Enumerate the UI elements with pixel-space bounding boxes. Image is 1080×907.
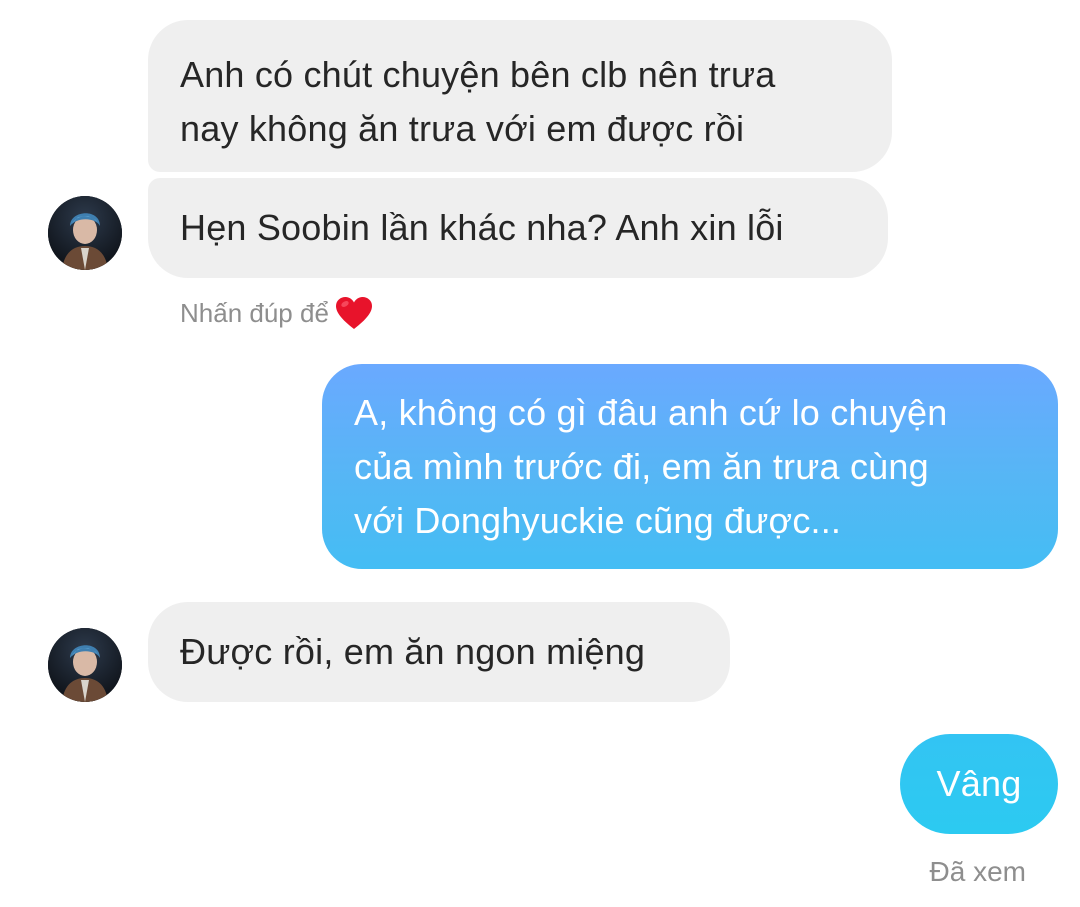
message-text-line: Hẹn Soobin lần khác nha? Anh xin lỗi: [180, 207, 784, 248]
message-bubble-received[interactable]: Anh có chút chuyện bên clb nên trưa nay …: [148, 20, 892, 172]
message-text-line: nay không ăn trưa với em được rồi: [180, 108, 745, 149]
avatar-image: [48, 196, 122, 270]
heart-icon: [335, 297, 372, 329]
message-bubble-received[interactable]: Hẹn Soobin lần khác nha? Anh xin lỗi: [148, 178, 888, 278]
seen-status: Đã xem: [929, 856, 1026, 887]
sender-avatar[interactable]: [48, 628, 122, 702]
message-bubble-sent[interactable]: A, không có gì đâu anh cứ lo chuyện của …: [322, 364, 1058, 569]
message-text-line: của mình trước đi, em ăn trưa cùng: [354, 446, 929, 487]
sender-avatar[interactable]: [48, 196, 122, 270]
message-bubble-sent[interactable]: Vâng: [900, 734, 1058, 834]
double-tap-hint-text: Nhấn đúp để: [180, 297, 329, 328]
message-text-line: Được rồi, em ăn ngon miệng: [180, 631, 646, 672]
message-text-line: với Donghyuckie cũng được...: [354, 500, 842, 541]
avatar-image: [48, 628, 122, 702]
message-bubble-received[interactable]: Được rồi, em ăn ngon miệng: [148, 602, 730, 702]
message-text-line: Vâng: [936, 763, 1022, 804]
message-text-line: A, không có gì đâu anh cứ lo chuyện: [354, 392, 948, 433]
message-text-line: Anh có chút chuyện bên clb nên trưa: [180, 54, 776, 95]
double-tap-hint: Nhấn đúp để: [180, 296, 373, 330]
